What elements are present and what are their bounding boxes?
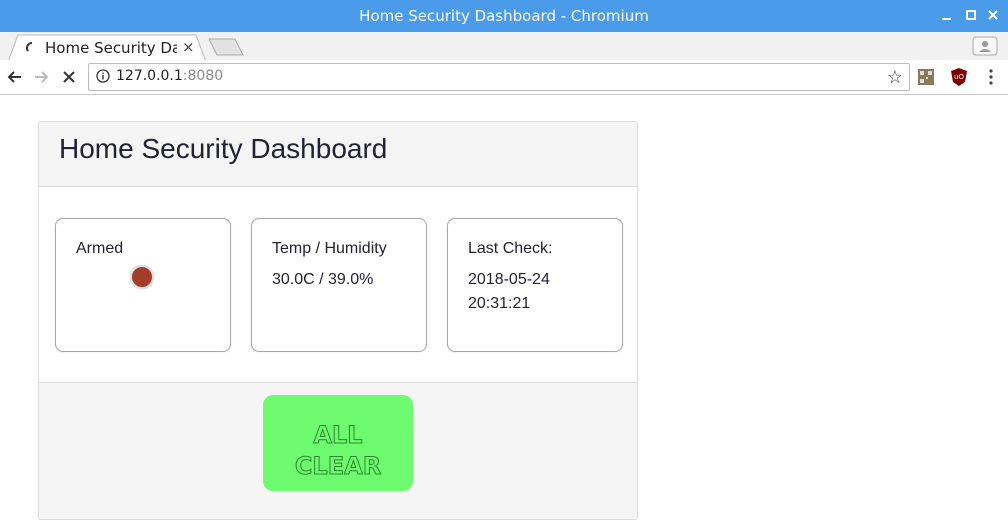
address-bar[interactable]: 127.0.0.1:8080 ☆ [88, 63, 910, 91]
url-host: 127.0.0.1 [116, 68, 183, 84]
temp-humidity-label: Temp / Humidity [272, 240, 387, 257]
forward-arrow-icon[interactable] [32, 68, 50, 86]
all-clear-label: ALL CLEAR [263, 404, 413, 482]
tab-strip: Home Security Da × [0, 32, 1008, 62]
back-arrow-icon[interactable] [6, 68, 24, 86]
last-check-date: 2018-05-24 [468, 271, 550, 288]
menu-dots-icon[interactable] [988, 69, 994, 85]
extension-qr-icon[interactable] [918, 69, 934, 85]
armed-status-indicator [130, 265, 154, 289]
temp-humidity-card: Temp / Humidity 30.0C / 39.0% [251, 218, 427, 352]
stop-loading-icon[interactable] [60, 68, 78, 86]
last-check-label: Last Check: [468, 240, 553, 257]
tab-title: Home Security Da [45, 39, 177, 57]
url-text: 127.0.0.1:8080 [116, 68, 223, 84]
tab-close-icon[interactable]: × [182, 38, 195, 56]
window-titlebar: Home Security Dashboard - Chromium [0, 0, 1008, 32]
site-info-icon[interactable] [96, 69, 110, 83]
svg-text:uO: uO [954, 73, 964, 81]
maximize-icon[interactable] [964, 8, 978, 22]
dashboard-panel: Home Security Dashboard Armed Temp / Hum… [38, 121, 638, 520]
loading-spinner-icon [26, 42, 33, 52]
bookmark-star-icon[interactable]: ☆ [887, 67, 903, 88]
all-clear-line1: ALL [313, 421, 363, 450]
armed-label: Armed [76, 240, 124, 257]
panel-footer: ALL CLEAR [39, 383, 637, 519]
all-clear-button[interactable]: ALL CLEAR [263, 395, 413, 491]
all-clear-line2: CLEAR [294, 452, 382, 481]
temp-humidity-value: 30.0C / 39.0% [272, 271, 374, 288]
window-title: Home Security Dashboard - Chromium [359, 7, 649, 25]
page-title: Home Security Dashboard [59, 133, 388, 164]
browser-tab[interactable]: Home Security Da × [8, 34, 207, 62]
last-check-card: Last Check: 2018-05-24 20:31:21 [447, 218, 623, 352]
armed-card: Armed [55, 218, 231, 352]
browser-toolbar: 127.0.0.1:8080 ☆ uO [0, 60, 1008, 95]
ublock-shield-icon[interactable]: uO [950, 67, 968, 87]
profile-icon[interactable] [972, 36, 998, 56]
panel-body: Armed Temp / Humidity 30.0C / 39.0% Last… [39, 187, 637, 383]
panel-header: Home Security Dashboard [39, 122, 637, 187]
close-window-icon[interactable] [986, 8, 1000, 22]
last-check-value: 2018-05-24 20:31:21 [468, 268, 550, 316]
minimize-icon[interactable] [940, 8, 954, 22]
new-tab-button[interactable] [208, 38, 244, 56]
url-port: :8080 [182, 68, 224, 84]
last-check-time: 20:31:21 [468, 295, 531, 312]
